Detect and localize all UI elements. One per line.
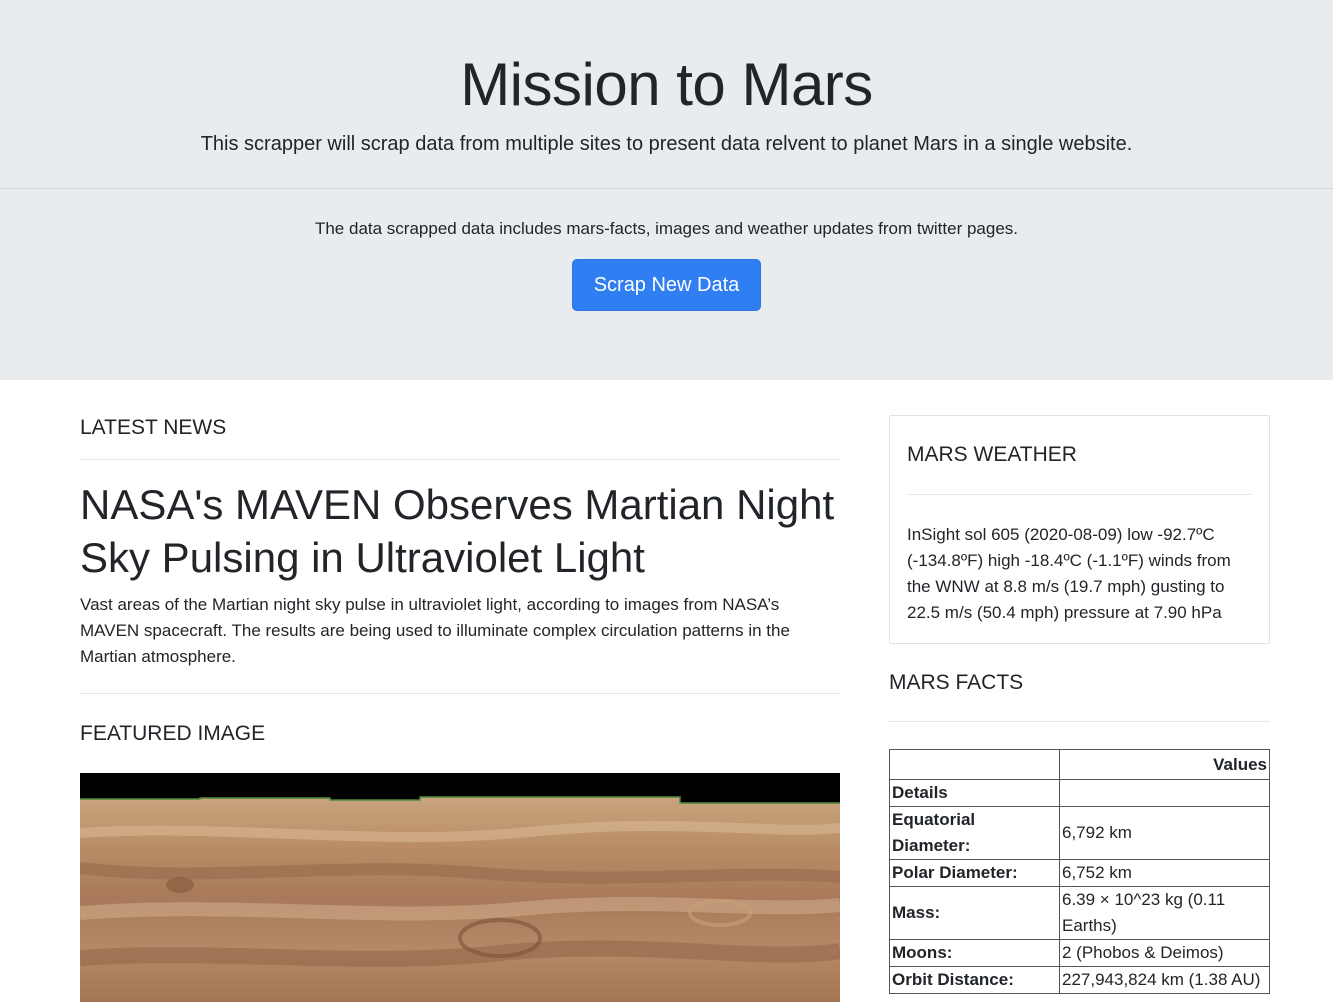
- page-title: Mission to Mars: [460, 51, 873, 118]
- table-row: Mass: 6.39 × 10^23 kg (0.11 Earths): [889, 886, 1270, 940]
- fact-value: 6.39 × 10^23 kg (0.11 Earths): [1059, 886, 1270, 940]
- table-row: Polar Diameter: 6,752 km: [889, 859, 1270, 887]
- fact-value: 2 (Phobos & Deimos): [1059, 939, 1270, 967]
- page-lead: This scrapper will scrap data from multi…: [200, 133, 1133, 155]
- fact-label: Moons:: [889, 939, 1060, 967]
- mars-weather-heading: MARS WEATHER: [907, 443, 1077, 466]
- fact-label: Equatorial Diameter:: [889, 806, 1060, 860]
- fact-label: Orbit Distance:: [889, 966, 1060, 994]
- news-title: NASA's MAVEN Observes Martian Night Sky …: [80, 481, 835, 581]
- fact-value: 6,792 km: [1059, 806, 1270, 860]
- fact-label: Mass:: [889, 886, 1060, 940]
- facts-divider: [889, 721, 1270, 722]
- scrap-new-data-button[interactable]: Scrap New Data: [572, 259, 761, 311]
- table-header-row: Values: [889, 749, 1270, 780]
- table-header-empty: [889, 749, 1060, 780]
- table-row: Orbit Distance: 227,943,824 km (1.38 AU): [889, 966, 1270, 994]
- table-row: Equatorial Diameter: 6,792 km: [889, 806, 1270, 860]
- news-divider: [80, 459, 840, 460]
- mars-weather-text: InSight sol 605 (2020-08-09) low -92.7ºC…: [907, 525, 1231, 622]
- featured-image: [80, 773, 840, 1002]
- mars-facts-heading: MARS FACTS: [889, 671, 1024, 694]
- table-row: Moons: 2 (Phobos & Deimos): [889, 939, 1270, 967]
- table-row: Details: [889, 779, 1270, 807]
- jumbotron-header: Mission to Mars This scrapper will scrap…: [0, 0, 1333, 380]
- fact-value: 6,752 km: [1059, 859, 1270, 887]
- latest-news-heading: LATEST NEWS: [80, 416, 227, 439]
- fact-value: 227,943,824 km (1.38 AU): [1059, 966, 1270, 994]
- featured-image-heading: FEATURED IMAGE: [80, 722, 266, 745]
- fact-label: Details: [889, 779, 1060, 807]
- news-bottom-divider: [80, 693, 840, 694]
- page-description: The data scrapped data includes mars-fac…: [314, 219, 1019, 238]
- fact-value: [1059, 779, 1270, 807]
- table-header-values: Values: [1059, 749, 1270, 780]
- weather-divider: [907, 494, 1252, 495]
- fact-label: Polar Diameter:: [889, 859, 1060, 887]
- header-divider: [0, 188, 1333, 189]
- mars-facts-table: Values Details Equatorial Diameter: 6,79…: [889, 749, 1270, 994]
- news-body: Vast areas of the Martian night sky puls…: [80, 595, 790, 666]
